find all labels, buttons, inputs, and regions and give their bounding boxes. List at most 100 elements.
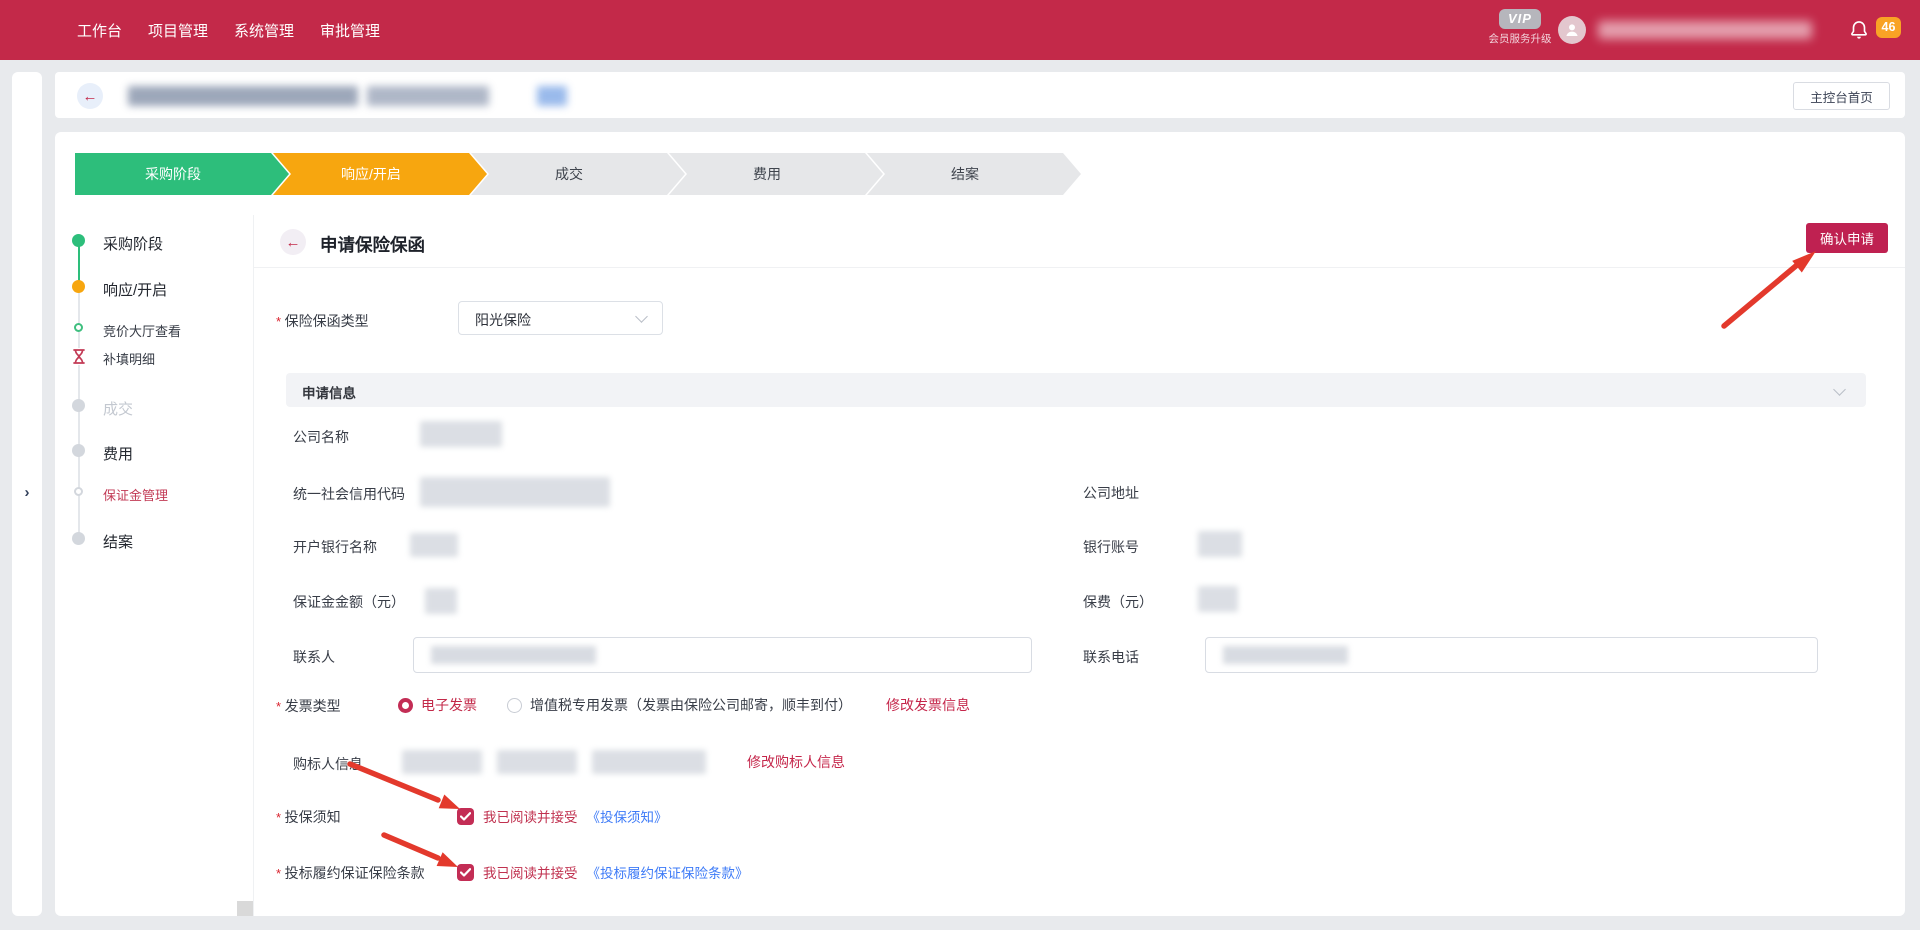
sidebar-divider [253, 215, 254, 916]
scrollbar-thumb[interactable] [237, 901, 253, 916]
invoice-type-options: 电子发票 增值税专用发票（发票由保险公司邮寄，顺丰到付） 修改发票信息 [398, 695, 970, 715]
dot-gray-icon [72, 399, 85, 412]
dot-gray-icon [72, 532, 85, 545]
company-name-label: 公司名称 [293, 427, 349, 447]
deposit-amount-label: 保证金金额（元） [293, 592, 405, 612]
bank-name-redacted [410, 533, 458, 557]
person-icon [1564, 22, 1580, 38]
project-title-redacted [367, 86, 489, 106]
premium-label: 保费（元） [1083, 592, 1153, 612]
step-closing: 结案 [867, 153, 1081, 195]
confirm-apply-button[interactable]: 确认申请 [1806, 223, 1888, 253]
nav-item-projects[interactable]: 项目管理 [148, 20, 208, 41]
contact-person-label: 联系人 [293, 647, 335, 667]
sidebar-item-fill-details[interactable]: 补填明细 [103, 349, 155, 368]
radio-electronic-invoice-label[interactable]: 电子发票 [421, 695, 477, 715]
form-back-button[interactable]: ← [280, 229, 306, 255]
sidebar-item-procurement[interactable]: 采购阶段 [103, 233, 163, 254]
vip-icon: VIP [1499, 9, 1541, 29]
buyer-info-values: 修改购标人信息 [402, 750, 845, 774]
agree-text: 我已阅读并接受 [483, 862, 578, 882]
sidebar-item-deal[interactable]: 成交 [103, 398, 133, 419]
sidebar-item-deposit-management[interactable]: 保证金管理 [103, 485, 168, 504]
app-root: 工作台 项目管理 系统管理 审批管理 VIP 会员服务升级 46 › [0, 0, 1920, 930]
header-card: ← 主控台首页 [55, 72, 1905, 118]
notification-bell-icon[interactable] [1848, 19, 1870, 41]
buyer-name-redacted [402, 750, 482, 774]
section-title: 申请信息 [302, 382, 356, 402]
project-tag-redacted [537, 86, 567, 106]
step-fees: 费用 [669, 153, 883, 195]
collapse-section-chevron-icon[interactable] [1833, 383, 1846, 396]
ring-gray-icon [74, 487, 83, 496]
bank-account-redacted [1198, 531, 1242, 557]
buyer-info-label: 购标人信息 [293, 754, 363, 774]
sidebar-item-bidding-hall[interactable]: 竞价大厅查看 [103, 321, 181, 340]
application-info-section-header[interactable]: 申请信息 [286, 373, 1866, 407]
collapsed-side-strip: › [12, 72, 42, 916]
console-home-button[interactable]: 主控台首页 [1793, 82, 1890, 110]
insurance-notice-label: 投保须知 [276, 807, 341, 827]
username-redacted [1598, 21, 1812, 39]
vip-upgrade[interactable]: VIP 会员服务升级 [1480, 9, 1560, 46]
bid-terms-label: 投标履约保证保险条款 [276, 863, 425, 883]
nav-item-workbench[interactable]: 工作台 [77, 20, 122, 41]
invoice-type-label: 发票类型 [276, 696, 341, 716]
header-back-button[interactable]: ← [77, 83, 103, 109]
project-title-redacted [128, 86, 358, 106]
step-deal: 成交 [471, 153, 685, 195]
agree-text: 我已阅读并接受 [483, 806, 578, 826]
dot-green-icon [72, 234, 85, 247]
dot-gray-icon [72, 444, 85, 457]
bank-name-label: 开户银行名称 [293, 537, 377, 557]
company-address-label: 公司地址 [1083, 483, 1139, 503]
buyer-id-redacted [592, 750, 706, 774]
edit-invoice-info-link[interactable]: 修改发票信息 [886, 695, 970, 715]
company-name-redacted [420, 421, 502, 447]
contact-phone-redacted [1223, 646, 1348, 664]
premium-redacted [1198, 586, 1238, 612]
deposit-amount-redacted [425, 588, 457, 614]
nav-menu: 工作台 项目管理 系统管理 审批管理 [77, 0, 380, 60]
notice-checkbox-checked[interactable] [457, 808, 474, 825]
insurance-notice-agreement: 我已阅读并接受 《投保须知》 [457, 806, 668, 826]
insurance-type-select[interactable]: 阳光保险 [458, 301, 663, 335]
nav-item-approval[interactable]: 审批管理 [320, 20, 380, 41]
notification-count-badge[interactable]: 46 [1876, 17, 1901, 38]
notice-doc-link[interactable]: 《投保须知》 [587, 806, 668, 826]
sidebar-item-response-open[interactable]: 响应/开启 [103, 279, 167, 300]
radio-vat-invoice-label[interactable]: 增值税专用发票（发票由保险公司邮寄，顺丰到付） [530, 695, 852, 715]
checkmark-icon [460, 812, 471, 821]
bid-terms-agreement: 我已阅读并接受 《投标履约保证保险条款》 [457, 862, 749, 882]
terms-checkbox-checked[interactable] [457, 864, 474, 881]
page-title: 申请保险保函 [320, 232, 425, 257]
terms-doc-link[interactable]: 《投标履约保证保险条款》 [587, 862, 749, 882]
insurance-type-value: 阳光保险 [475, 310, 531, 330]
bank-account-label: 银行账号 [1083, 537, 1139, 557]
sidebar-item-closing[interactable]: 结案 [103, 531, 133, 552]
sidebar-item-fees[interactable]: 费用 [103, 443, 133, 464]
contact-phone-label: 联系电话 [1083, 647, 1139, 667]
step-procurement: 采购阶段 [75, 153, 289, 195]
top-nav: 工作台 项目管理 系统管理 审批管理 VIP 会员服务升级 46 [0, 0, 1920, 60]
edit-buyer-info-link[interactable]: 修改购标人信息 [747, 752, 845, 772]
dot-orange-icon [72, 280, 85, 293]
title-divider [254, 267, 1905, 268]
chevron-down-icon [635, 310, 648, 323]
insurance-type-label: 保险保函类型 [276, 311, 369, 331]
hourglass-icon [71, 348, 87, 365]
vip-caption: 会员服务升级 [1480, 31, 1560, 46]
radio-vat-invoice[interactable] [507, 698, 522, 713]
contact-person-redacted [431, 646, 596, 664]
nav-item-system[interactable]: 系统管理 [234, 20, 294, 41]
checkmark-icon [460, 868, 471, 877]
user-avatar[interactable] [1558, 16, 1586, 44]
contact-person-input[interactable] [413, 637, 1032, 673]
credit-code-redacted [420, 477, 610, 507]
expand-panel-chevron-icon[interactable]: › [18, 484, 36, 502]
contact-phone-input[interactable] [1205, 637, 1818, 673]
step-response-open: 响应/开启 [273, 153, 487, 195]
credit-code-label: 统一社会信用代码 [293, 484, 405, 504]
buyer-phone-redacted [497, 750, 577, 774]
radio-electronic-invoice-selected[interactable] [398, 698, 413, 713]
